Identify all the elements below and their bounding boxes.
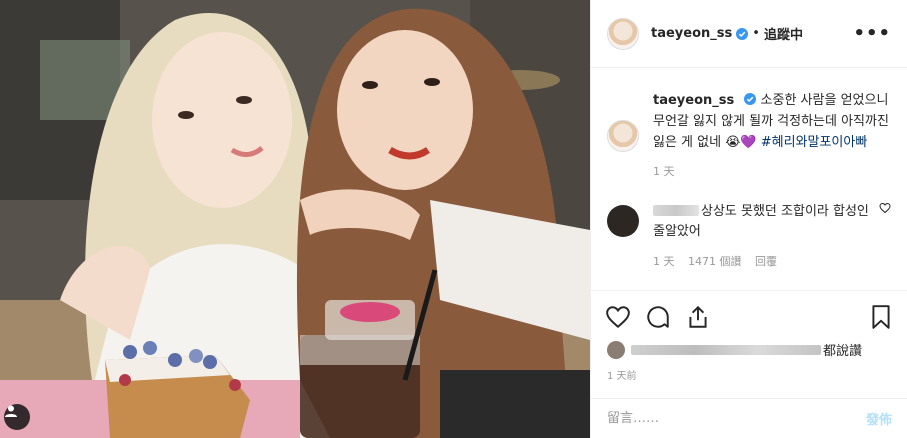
caption: taeyeon_ss 소중한 사람을 얻었으니 무언갈 잃지 않게 될까 걱정하… [607,90,891,182]
liker-avatar [607,340,625,359]
add-comment-bar: 發佈 [591,398,907,438]
likes-count-blurred [631,344,821,355]
bookmark-icon[interactable] [868,304,894,330]
user-icon [5,405,17,417]
author-avatar[interactable] [607,17,639,50]
tagged-users-button[interactable] [4,404,30,430]
small-heart-icon[interactable] [879,202,891,214]
caption-time[interactable]: 1 天 [653,161,891,182]
comments-section: taeyeon_ss 소중한 사람을 얻었으니 무언갈 잃지 않게 될까 걱정하… [591,68,907,294]
comment-likes[interactable]: 1471 個讚 [688,255,742,268]
comment-body: 상상도 못했던 조합이라 합성인줄알았어 1 天 1471 個讚 回覆 [653,202,873,272]
caption-body: taeyeon_ss 소중한 사람을 얻었으니 무언갈 잃지 않게 될까 걱정하… [653,90,891,182]
comment-icon[interactable] [645,304,671,330]
caption-author-avatar[interactable] [607,120,639,152]
post-side-panel: taeyeon_ss • 追蹤中 ••• taeyeon_ss 소중한 사람을 … [590,0,907,438]
following-button[interactable]: 追蹤中 [764,24,803,43]
instagram-post-view: taeyeon_ss • 追蹤中 ••• taeyeon_ss 소중한 사람을 … [0,0,907,438]
caption-hashtag[interactable]: #혜리와말포이아빠 [761,135,868,150]
more-options-icon[interactable]: ••• [853,23,891,44]
post-photo[interactable] [0,0,590,438]
commenter-avatar[interactable] [607,205,639,237]
post-header: taeyeon_ss • 追蹤中 ••• [591,0,907,68]
caption-username[interactable]: taeyeon_ss [653,93,734,108]
likes-suffix: 都說讚 [823,344,863,359]
post-timestamp[interactable]: 1 天前 [607,367,637,382]
verified-icon [744,93,757,105]
header-separator: • [752,26,760,41]
post-comment-button[interactable]: 發佈 [866,409,892,428]
likes-summary[interactable]: 都說讚 [607,340,862,359]
photo-illustration [0,0,590,438]
share-icon[interactable] [685,304,711,330]
comment-reply-button[interactable]: 回覆 [755,255,777,268]
commenter-username-blurred[interactable] [653,205,699,216]
verified-icon [736,27,749,40]
action-bar [591,290,907,342]
comment-input[interactable] [607,411,866,426]
comment-meta: 1 天 1471 個讚 回覆 [653,252,873,272]
comment-time[interactable]: 1 天 [653,255,675,268]
author-username[interactable]: taeyeon_ss [651,26,732,41]
heart-icon[interactable] [605,304,631,330]
comment-item: 상상도 못했던 조합이라 합성인줄알았어 1 天 1471 個讚 回覆 [607,202,891,272]
